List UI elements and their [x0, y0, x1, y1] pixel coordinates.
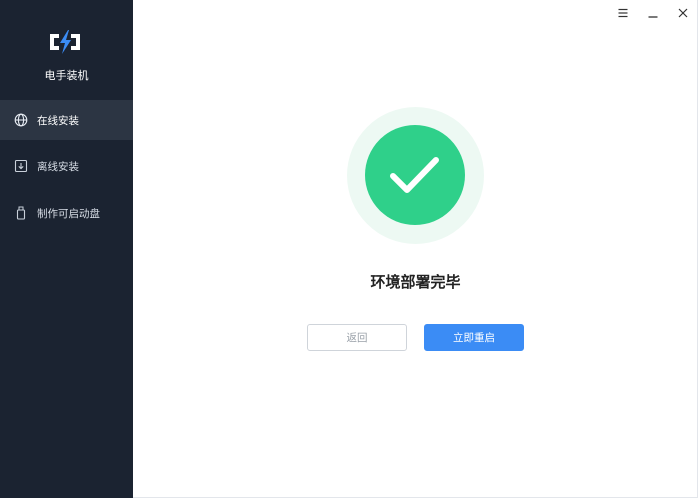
main-panel: 环境部署完毕 返回 立即重启 — [133, 0, 698, 498]
globe-icon — [14, 113, 28, 127]
minimize-icon[interactable] — [644, 4, 662, 22]
close-icon[interactable] — [674, 4, 692, 22]
app-logo — [47, 28, 83, 56]
usb-drive-icon — [14, 206, 28, 220]
app-window: 电手装机 在线安装 离线安装 制作可启动盘 环境部署完毕 返回 立即重启 — [0, 0, 698, 498]
sidebar-item-offline-install[interactable]: 离线安装 — [0, 146, 133, 186]
sidebar-item-label: 制作可启动盘 — [37, 207, 100, 220]
restart-now-button[interactable]: 立即重启 — [424, 324, 524, 351]
download-box-icon — [14, 159, 28, 173]
app-name: 电手装机 — [44, 69, 89, 82]
sidebar-item-label: 在线安装 — [37, 114, 79, 127]
sidebar: 电手装机 在线安装 离线安装 制作可启动盘 — [0, 0, 133, 498]
sidebar-item-label: 离线安装 — [37, 160, 79, 173]
status-title: 环境部署完毕 — [370, 273, 461, 291]
success-badge — [365, 125, 465, 225]
check-icon — [390, 157, 439, 193]
sidebar-item-bootable-disk[interactable]: 制作可启动盘 — [0, 193, 133, 233]
sidebar-item-online-install[interactable]: 在线安装 — [0, 100, 133, 140]
back-button[interactable]: 返回 — [307, 324, 407, 351]
menu-icon[interactable] — [614, 4, 632, 22]
